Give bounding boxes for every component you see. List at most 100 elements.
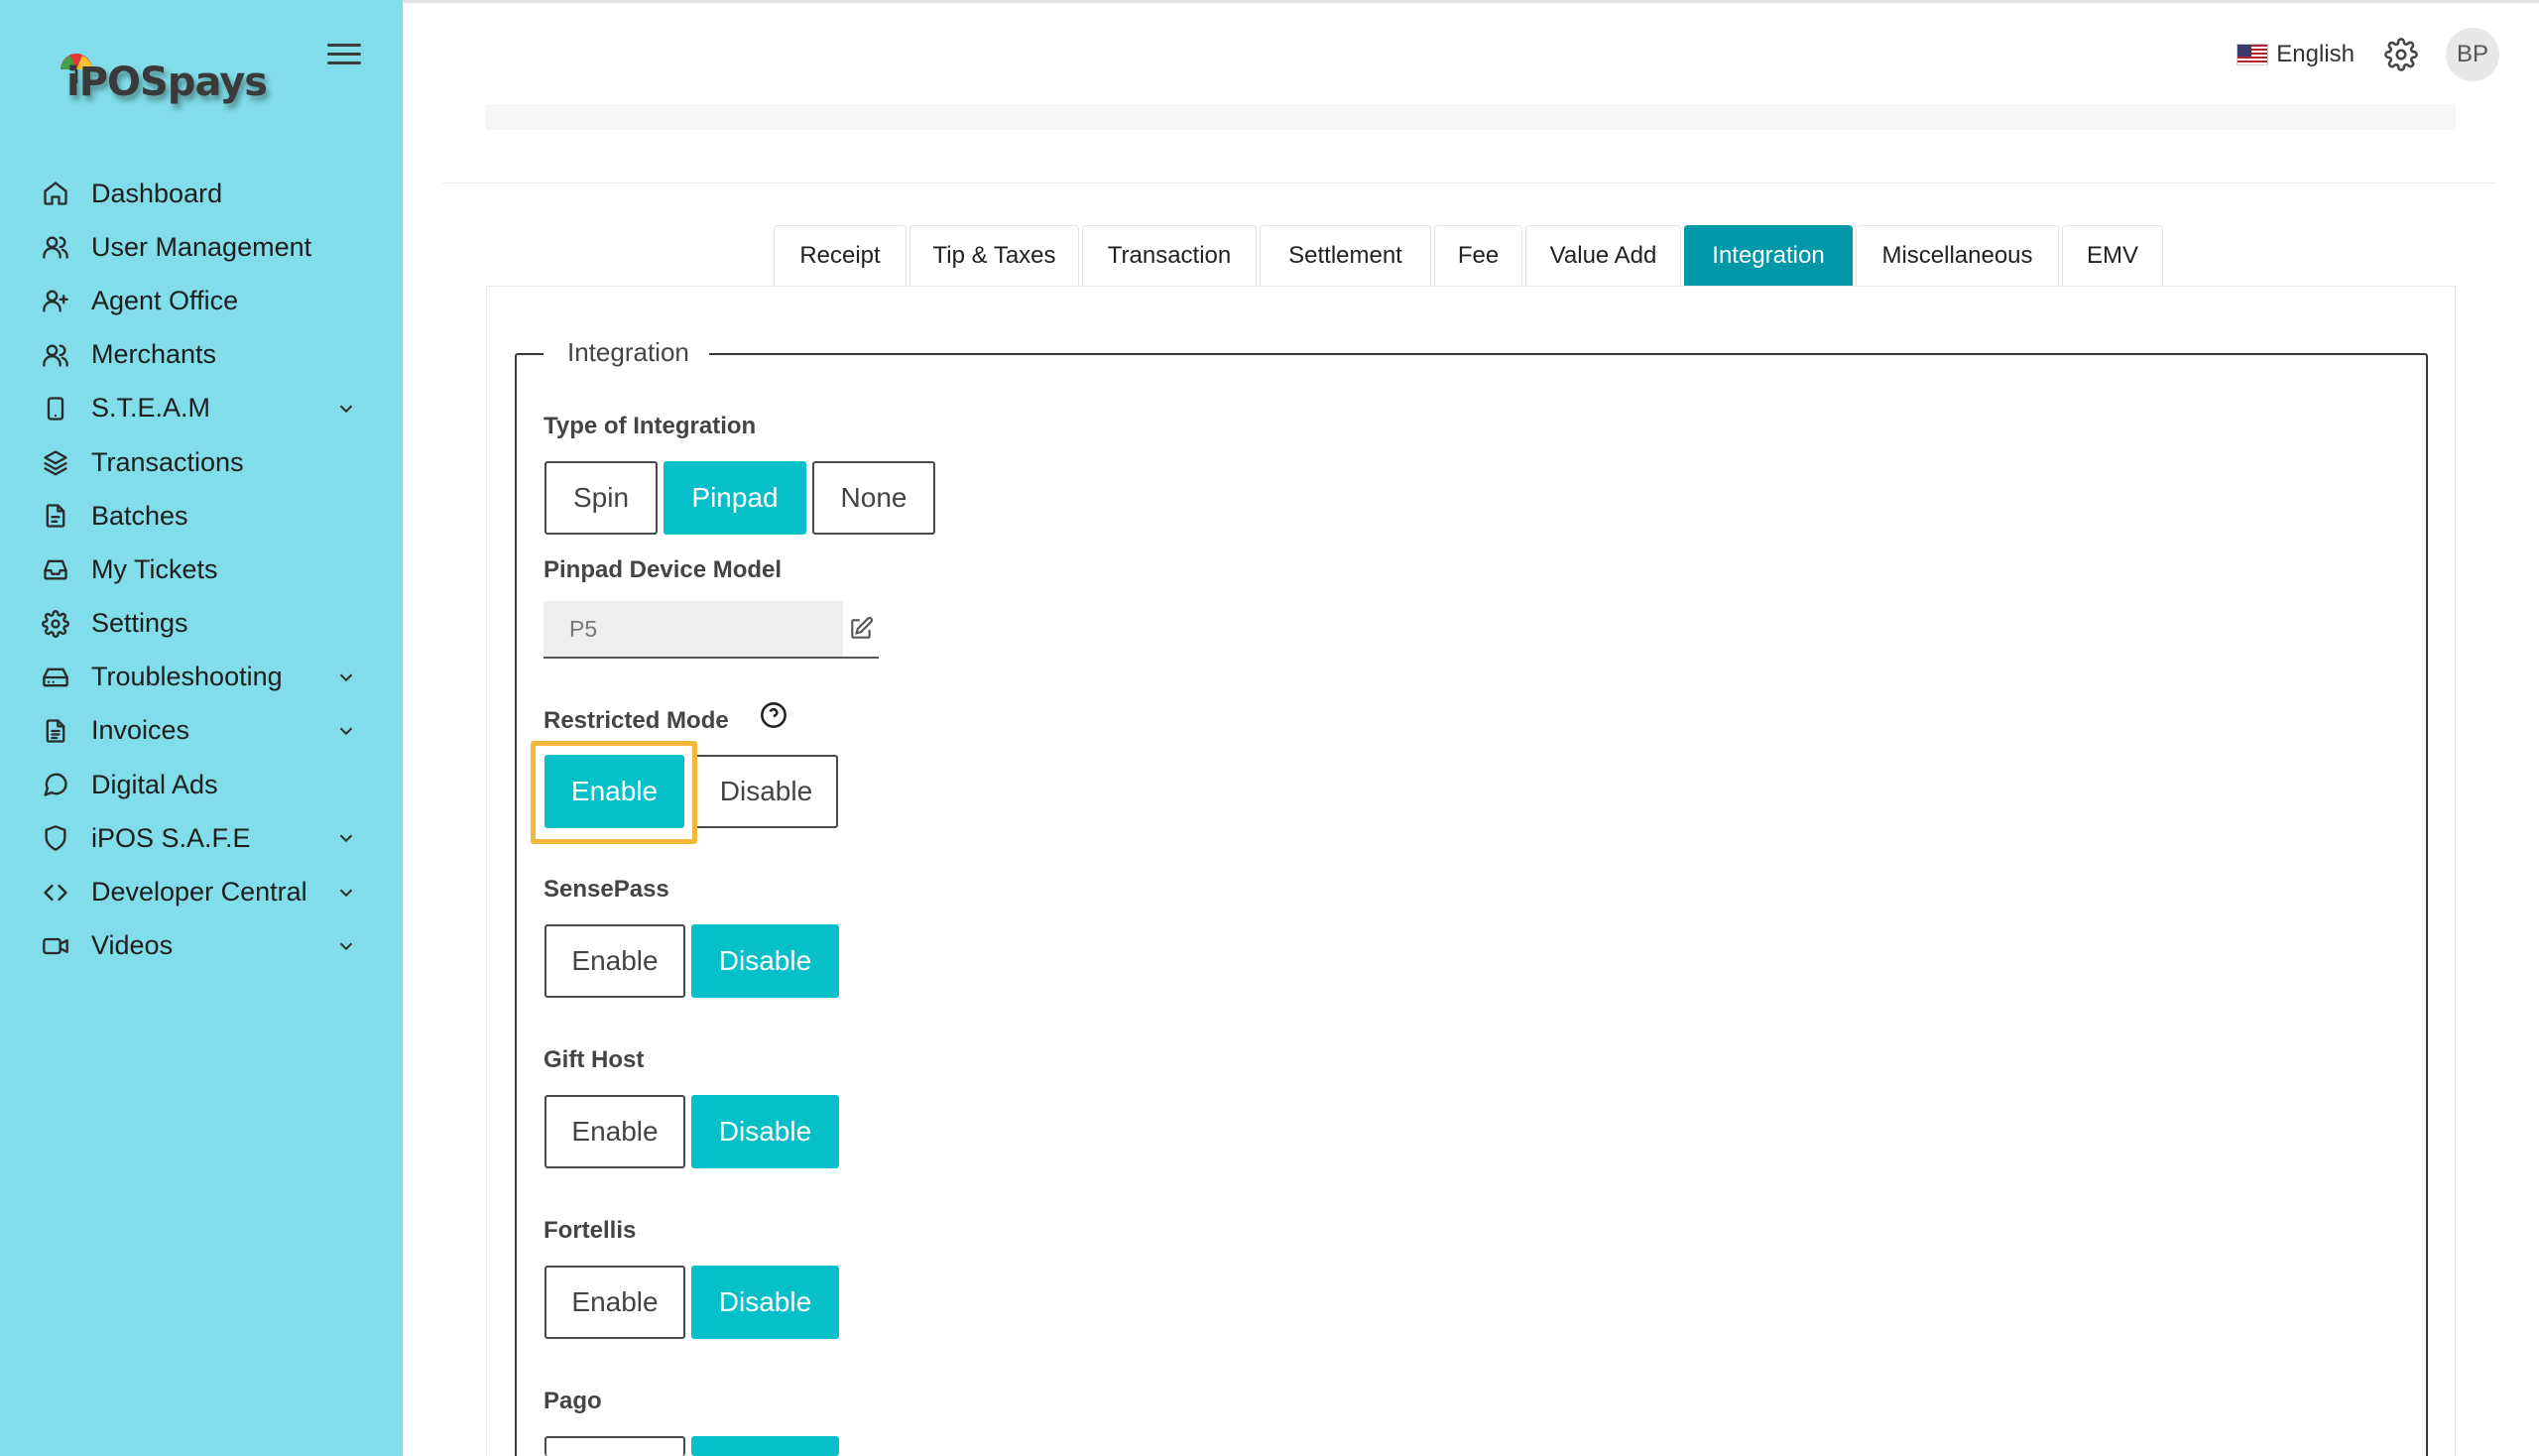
hard-drive-icon — [40, 662, 71, 693]
chevron-down-icon[interactable] — [335, 398, 357, 420]
sidebar-item-user-management[interactable]: User Management — [0, 220, 403, 274]
integration-legend: Integration — [544, 337, 709, 368]
logo-text: iPOSpays — [66, 60, 268, 105]
sidebar-item-label: Invoices — [91, 715, 190, 746]
sidebar: iPOSpays Dashboard User Management Agent… — [0, 0, 403, 1456]
tab-settlement[interactable]: Settlement — [1260, 225, 1431, 286]
sidebar-item-label: iPOS S.A.F.E — [91, 822, 251, 853]
sidebar-item-label: Transactions — [91, 446, 244, 477]
inbox-icon — [40, 553, 71, 585]
gift-host-group: Enable Disable — [544, 1095, 845, 1168]
sidebar-item-troubleshooting[interactable]: Troubleshooting — [0, 651, 403, 704]
sidebar-item-label: My Tickets — [91, 553, 218, 584]
chevron-down-icon[interactable] — [335, 935, 357, 957]
content-header-bar — [486, 104, 2456, 130]
sidebar-item-label: Videos — [91, 930, 174, 961]
gear-icon[interactable] — [2384, 38, 2418, 71]
tab-miscellaneous[interactable]: Miscellaneous — [1856, 225, 2059, 286]
users-icon — [40, 339, 71, 371]
pinpad-device-model-label: Pinpad Device Model — [544, 556, 783, 583]
user-plus-icon — [40, 285, 71, 316]
video-icon — [40, 930, 71, 962]
tab-transaction[interactable]: Transaction — [1082, 225, 1257, 286]
help-circle-icon[interactable] — [760, 701, 787, 729]
tab-integration[interactable]: Integration — [1684, 225, 1853, 286]
sidebar-item-label: Agent Office — [91, 285, 239, 315]
message-circle-icon — [40, 769, 71, 800]
chevron-down-icon[interactable] — [335, 667, 357, 688]
gift-host-label: Gift Host — [544, 1046, 645, 1073]
sidebar-item-my-tickets[interactable]: My Tickets — [0, 543, 403, 596]
shield-icon — [40, 822, 71, 854]
sidebar-item-settings[interactable]: Settings — [0, 597, 403, 651]
sidebar-item-label: Batches — [91, 500, 188, 531]
tab-receipt[interactable]: Receipt — [774, 225, 907, 286]
language-selector[interactable]: English — [2276, 41, 2355, 68]
fortellis-group: Enable Disable — [544, 1266, 845, 1339]
sidebar-item-dashboard[interactable]: Dashboard — [0, 167, 403, 220]
restricted-mode-group: Enable Disable — [544, 755, 844, 828]
sidebar-item-videos[interactable]: Videos — [0, 919, 403, 973]
pinpad-device-model-field[interactable]: P5 — [544, 601, 843, 659]
sensepass-group: Enable Disable — [544, 924, 845, 998]
fortellis-enable-button[interactable]: Enable — [544, 1266, 685, 1339]
gift-host-enable-button[interactable]: Enable — [544, 1095, 685, 1168]
pago-enable-button[interactable] — [544, 1436, 685, 1456]
sidebar-item-merchants[interactable]: Merchants — [0, 328, 403, 382]
users-icon — [40, 231, 71, 263]
gear-icon — [40, 608, 71, 640]
us-flag-icon — [2237, 44, 2269, 65]
edit-icon[interactable] — [848, 616, 874, 642]
tab-value-add[interactable]: Value Add — [1525, 225, 1681, 286]
sensepass-disable-button[interactable]: Disable — [691, 924, 839, 998]
sidebar-item-agent-office[interactable]: Agent Office — [0, 274, 403, 327]
avatar[interactable]: BP — [2446, 28, 2499, 81]
layers-icon — [40, 446, 71, 478]
sidebar-item-label: S.T.E.A.M — [91, 393, 211, 424]
top-border — [403, 0, 2539, 3]
chevron-down-icon[interactable] — [335, 827, 357, 849]
tab-fee[interactable]: Fee — [1434, 225, 1522, 286]
field-underline — [841, 657, 879, 659]
sidebar-item-invoices[interactable]: Invoices — [0, 704, 403, 758]
restricted-mode-enable-button[interactable]: Enable — [544, 755, 684, 828]
restricted-mode-disable-button[interactable]: Disable — [694, 755, 838, 828]
sidebar-item-steam[interactable]: S.T.E.A.M — [0, 382, 403, 435]
sidebar-item-ipos-safe[interactable]: iPOS S.A.F.E — [0, 811, 403, 865]
sidebar-item-batches[interactable]: Batches — [0, 489, 403, 543]
sidebar-item-developer-central[interactable]: Developer Central — [0, 865, 403, 918]
code-icon — [40, 877, 71, 909]
sensepass-enable-button[interactable]: Enable — [544, 924, 685, 998]
file-icon — [40, 500, 71, 532]
tablet-icon — [40, 393, 71, 425]
sidebar-item-label: Dashboard — [91, 178, 223, 208]
sidebar-item-label: Merchants — [91, 339, 217, 370]
sidebar-item-transactions[interactable]: Transactions — [0, 435, 403, 489]
tab-emv[interactable]: EMV — [2062, 225, 2163, 286]
integration-type-group: Spin Pinpad None — [544, 461, 941, 535]
sidebar-nav: Dashboard User Management Agent Office M… — [0, 167, 403, 973]
chevron-down-icon[interactable] — [335, 882, 357, 904]
pago-group — [544, 1436, 845, 1456]
sidebar-item-label: Settings — [91, 608, 188, 639]
pinpad-option-button[interactable]: Pinpad — [664, 461, 806, 535]
settings-tabs: Receipt Tip & Taxes Transaction Settleme… — [774, 225, 2166, 286]
tab-tip-taxes[interactable]: Tip & Taxes — [909, 225, 1079, 286]
pago-disable-button[interactable] — [691, 1436, 839, 1456]
gift-host-disable-button[interactable]: Disable — [691, 1095, 839, 1168]
header-actions: English BP — [2237, 28, 2499, 81]
restricted-mode-label: Restricted Mode — [544, 707, 729, 734]
sidebar-item-label: Developer Central — [91, 877, 307, 908]
sidebar-item-label: Digital Ads — [91, 769, 218, 799]
chevron-down-icon[interactable] — [335, 720, 357, 742]
sidebar-item-label: Troubleshooting — [91, 662, 283, 692]
menu-toggle-icon[interactable] — [327, 40, 361, 69]
sidebar-item-digital-ads[interactable]: Digital Ads — [0, 758, 403, 811]
spin-option-button[interactable]: Spin — [544, 461, 658, 535]
none-option-button[interactable]: None — [812, 461, 935, 535]
sidebar-item-label: User Management — [91, 231, 312, 262]
fortellis-disable-button[interactable]: Disable — [691, 1266, 839, 1339]
ipospays-logo[interactable]: iPOSpays — [55, 42, 283, 121]
divider — [442, 182, 2495, 183]
sensepass-label: SensePass — [544, 876, 669, 903]
